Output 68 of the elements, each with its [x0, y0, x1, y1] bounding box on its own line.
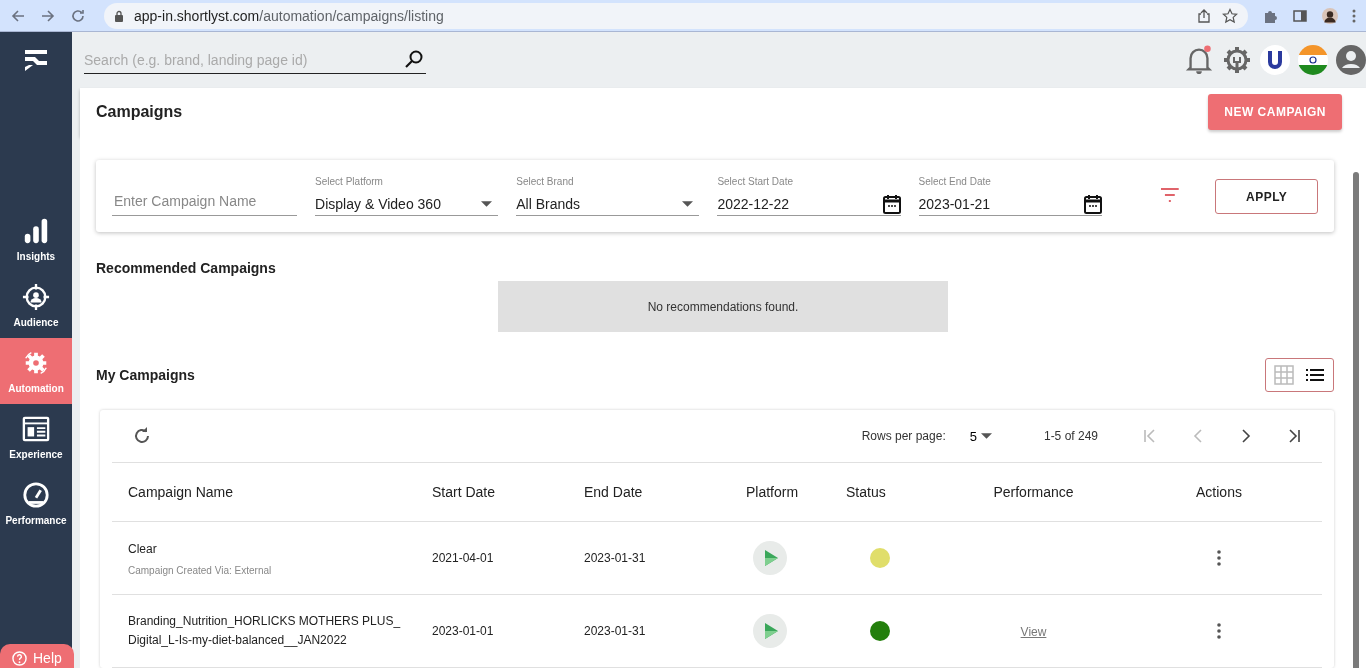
apply-button[interactable]: APPLY [1215, 179, 1318, 214]
scrollbar[interactable] [1353, 172, 1359, 668]
bar-chart-icon [22, 216, 50, 245]
filter-field[interactable]: Select Start Date 2022-12-22 [717, 176, 901, 216]
back-icon[interactable] [10, 7, 26, 24]
campaign-name: Branding_Nutrition_HORLICKS MOTHERS PLUS_Digital_L-Is-my-diet-balanced__JAN2022 [128, 612, 402, 649]
section-title: Recommended Campaigns [96, 260, 277, 276]
caret-icon [980, 433, 992, 439]
refresh-icon[interactable] [132, 426, 152, 446]
table-cell-text: 2021-04-01 [432, 551, 495, 565]
filter-icon[interactable] [1159, 188, 1180, 202]
flag-icon[interactable] [1298, 45, 1328, 75]
last-page-icon[interactable] [1286, 428, 1302, 444]
address-bar[interactable]: app-in.shortlyst.com/automation/campaigns/listing [104, 2, 1248, 29]
column-header: Status [846, 484, 886, 500]
target-icon [22, 282, 50, 311]
column-header: Performance [993, 484, 1074, 500]
rows-per-page-label: Rows per page: [861, 429, 946, 443]
column-header: Actions [1196, 484, 1242, 500]
table-cell-text: 2023-01-31 [584, 624, 647, 638]
search-icon[interactable] [404, 49, 424, 69]
page-title: Campaigns [96, 103, 183, 121]
sidebar-icon[interactable] [1292, 7, 1308, 24]
campaign-source: Campaign Created Via: External [128, 565, 273, 577]
reload-icon[interactable] [70, 7, 86, 24]
more-icon[interactable] [1217, 623, 1221, 639]
sidebar-item[interactable]: Performance [0, 470, 72, 536]
webpage-icon [22, 414, 50, 443]
filter-field[interactable]: Select Platform Display & Video 360 [315, 176, 499, 216]
caret-icon [682, 201, 694, 207]
lock-icon [114, 9, 124, 22]
section-title: My Campaigns [96, 367, 195, 383]
brand-logo-icon[interactable] [1260, 45, 1290, 75]
profile-avatar-icon[interactable] [1322, 7, 1338, 24]
more-icon[interactable] [1352, 7, 1356, 24]
calendar-icon [1083, 194, 1102, 214]
gauge-icon [22, 480, 50, 509]
star-icon[interactable] [1222, 7, 1238, 24]
column-header: Start Date [432, 484, 497, 500]
filter-field[interactable]: Select Brand All Brands [516, 176, 700, 216]
sidebar-item[interactable]: Insights [0, 206, 72, 272]
more-icon[interactable] [1217, 550, 1221, 566]
share-icon[interactable] [1196, 7, 1212, 24]
search-field[interactable]: Search (e.g. brand, landing page id) [84, 46, 426, 74]
table-cell-text: 2023-01-01 [432, 624, 495, 638]
help-icon [12, 650, 27, 666]
column-header: Campaign Name [128, 484, 235, 500]
column-header: End Date [584, 484, 644, 500]
user-avatar-icon[interactable] [1336, 45, 1366, 75]
sidebar-item[interactable]: Experience [0, 404, 72, 470]
table-cell-text: 2023-01-31 [584, 551, 647, 565]
page-range: 1-5 of 249 [1043, 429, 1098, 443]
settings-icon[interactable] [1222, 45, 1252, 75]
url-text: app-in.shortlyst.com/automation/campaigns/listing [134, 7, 444, 24]
filter-field[interactable]: Select End Date 2023-01-21 [918, 176, 1102, 216]
rows-per-page-select[interactable]: 5 [963, 427, 1004, 445]
column-header: Platform [746, 484, 799, 500]
view-link[interactable]: View [1020, 625, 1047, 639]
notification-bell-icon[interactable] [1184, 45, 1214, 75]
sidebar-item[interactable]: Audience [0, 272, 72, 338]
play-logo-icon [753, 541, 787, 575]
calendar-icon [882, 194, 901, 214]
caret-icon [481, 201, 493, 207]
logo-icon[interactable] [23, 48, 49, 72]
campaign-name: Clear [128, 540, 158, 558]
empty-message: No recommendations found. [498, 281, 948, 332]
forward-icon[interactable] [40, 7, 56, 24]
play-logo-icon [753, 614, 787, 648]
